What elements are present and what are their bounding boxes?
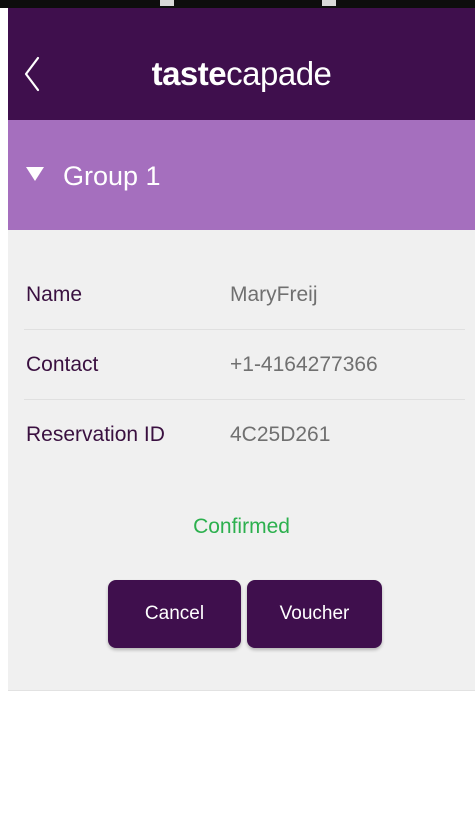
status-bar-marker <box>160 0 174 6</box>
app-screen: tastecapade Group 1 Name MaryFreij Conta… <box>0 0 475 824</box>
group-label: Group 1 <box>63 161 161 191</box>
detail-row-name: Name MaryFreij <box>8 260 475 330</box>
status-bar-marker <box>322 0 336 6</box>
contact-label: Contact <box>26 353 99 376</box>
detail-row-reservation-id: Reservation ID 4C25D261 <box>8 400 475 470</box>
name-label: Name <box>26 283 83 306</box>
group-header[interactable]: Group 1 <box>8 120 475 230</box>
name-value: MaryFreij <box>230 283 318 306</box>
detail-row-contact: Contact +1-4164277366 <box>8 330 475 400</box>
brand-strong: taste <box>151 55 227 92</box>
cancel-button[interactable]: Cancel <box>108 580 241 648</box>
triangle-down-icon <box>26 167 44 181</box>
voucher-button[interactable]: Voucher <box>247 580 382 648</box>
status-badge: Confirmed <box>193 515 290 538</box>
contact-value: +1-4164277366 <box>230 353 378 376</box>
status-bar <box>0 0 475 8</box>
reservation-id-value: 4C25D261 <box>230 423 331 446</box>
screen-edge <box>0 8 8 824</box>
reservation-id-label: Reservation ID <box>26 423 165 446</box>
app-header: tastecapade <box>8 8 475 120</box>
brand-light: capade <box>226 55 332 92</box>
app-title: tastecapade <box>8 52 475 96</box>
reservation-card: Name MaryFreij Contact +1-4164277366 Res… <box>8 230 475 691</box>
